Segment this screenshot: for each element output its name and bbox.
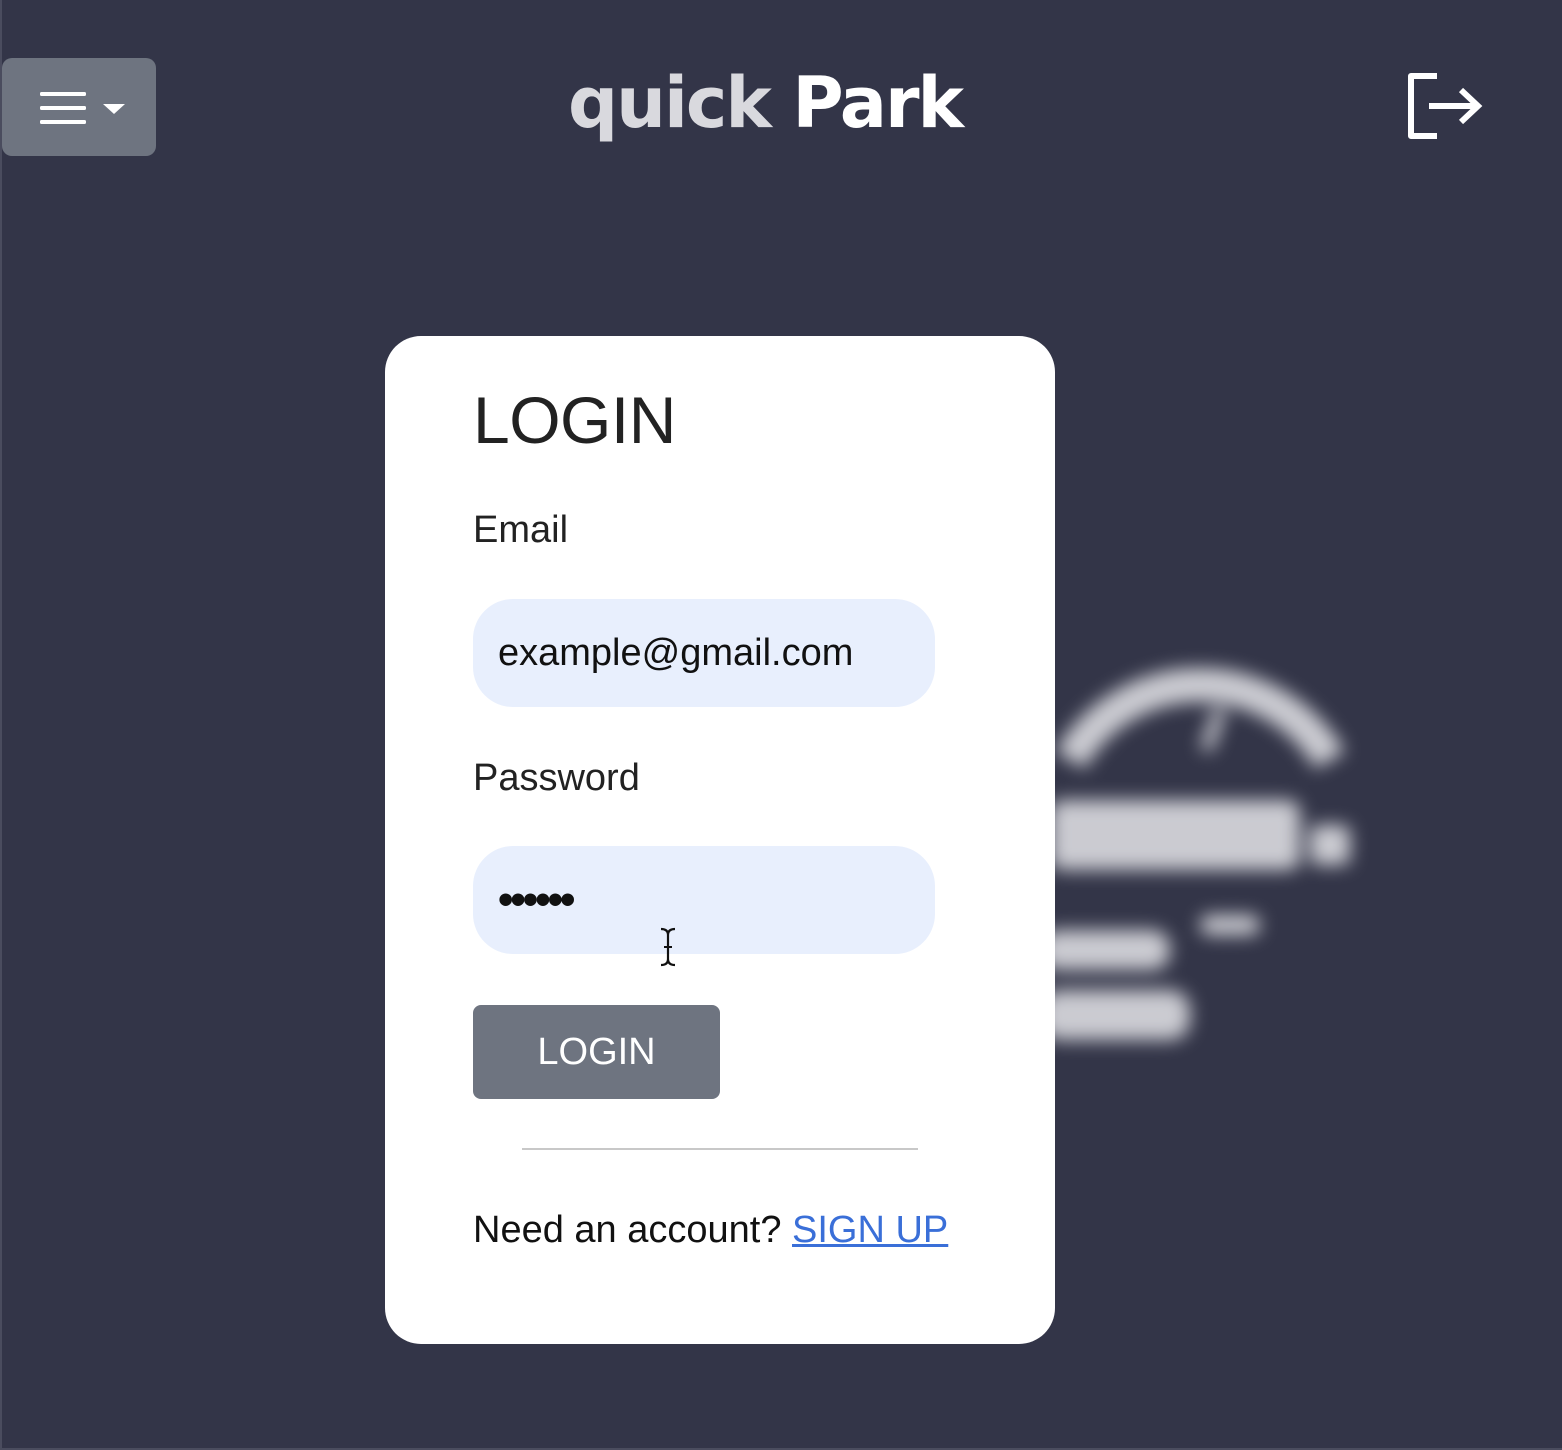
signup-prompt-text: Need an account?: [473, 1209, 782, 1251]
email-label: Email: [473, 509, 569, 551]
login-title: LOGIN: [473, 383, 676, 457]
logout-icon[interactable]: [1403, 70, 1485, 142]
signup-link[interactable]: SIGN UP: [792, 1209, 948, 1251]
brand-quick: quick: [568, 62, 772, 144]
background-logo-image: [1040, 667, 1350, 1040]
signup-prompt-row: Need an account? SIGN UP: [473, 1208, 948, 1252]
password-field[interactable]: ••••••: [473, 846, 935, 954]
brand-park: Park: [792, 62, 964, 144]
text-cursor-icon: [660, 927, 676, 967]
hamburger-icon: [40, 92, 86, 124]
email-field[interactable]: example@gmail.com: [473, 599, 935, 707]
divider: [522, 1148, 918, 1150]
brand-title: quick Park: [568, 60, 964, 146]
chevron-down-icon: [103, 104, 125, 114]
password-label: Password: [473, 757, 640, 799]
menu-dropdown-button[interactable]: [2, 58, 156, 156]
login-card: LOGIN Email example@gmail.com Password •…: [385, 336, 1055, 1344]
login-button[interactable]: LOGIN: [473, 1005, 720, 1099]
